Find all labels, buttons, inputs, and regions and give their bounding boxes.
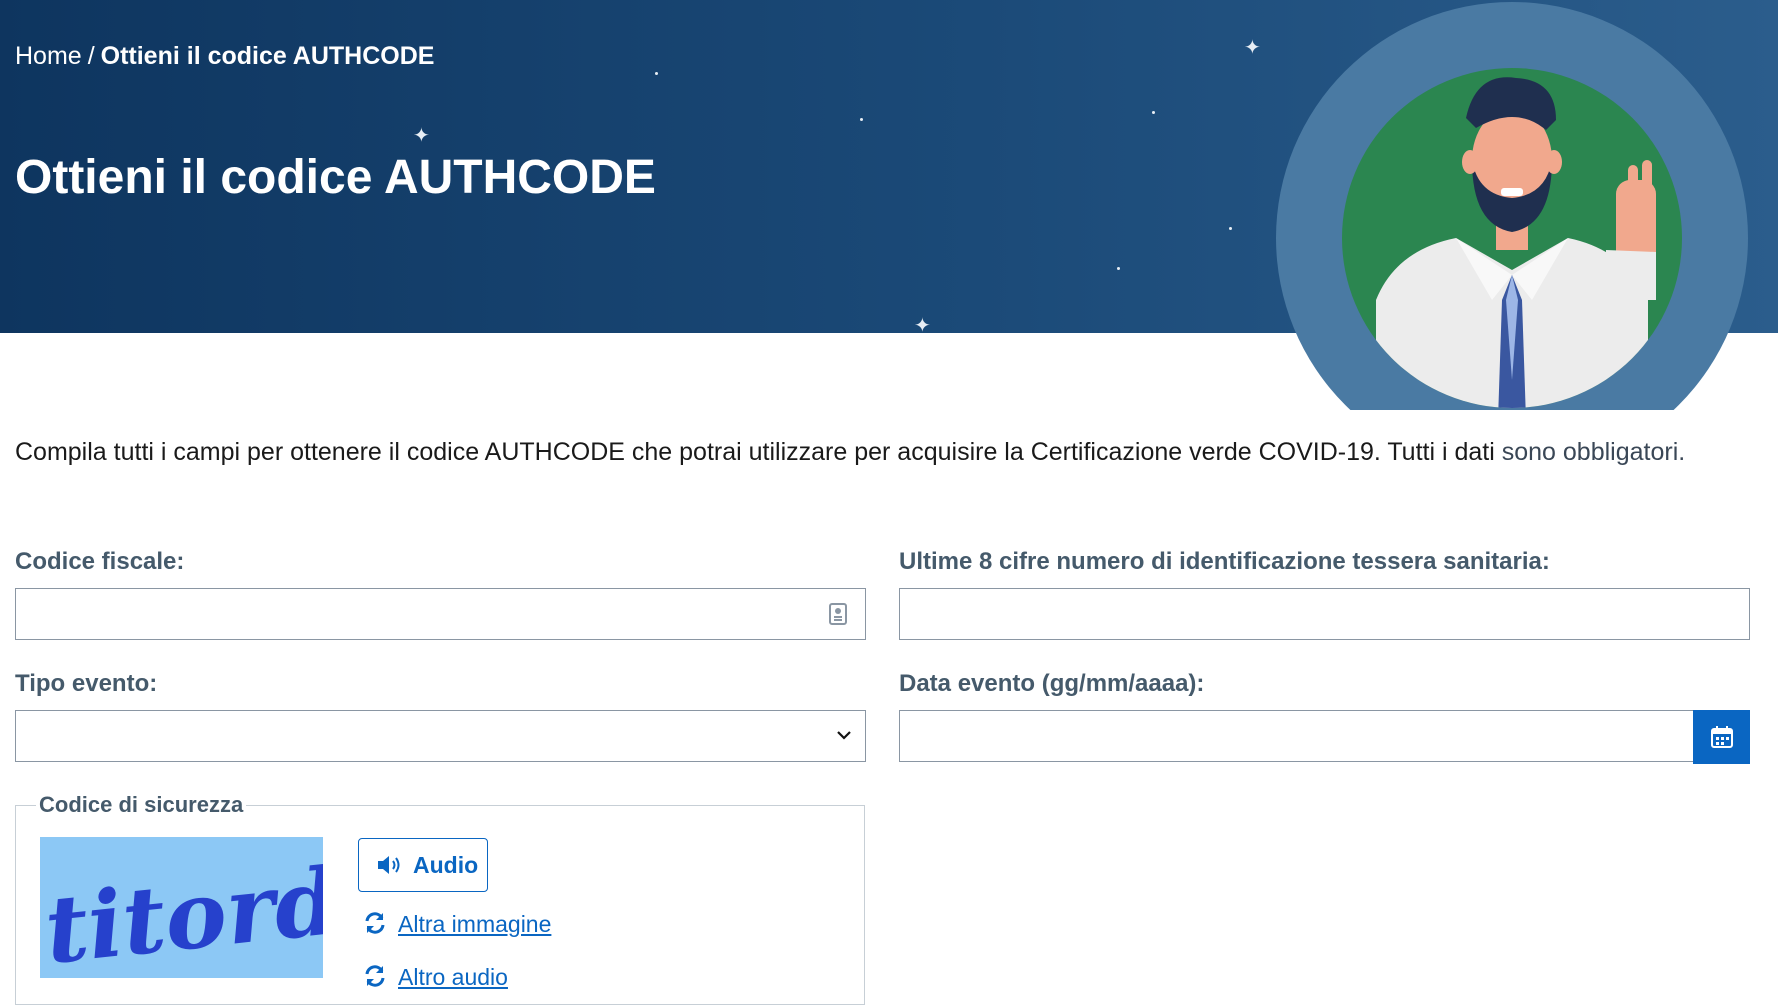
star-decoration (860, 118, 863, 121)
audio-button[interactable]: Audio (358, 838, 488, 892)
other-audio-label: Altro audio (398, 964, 508, 990)
page-title: Ottieni il codice AUTHCODE (15, 151, 656, 204)
sparkle-decoration: ✦ (1244, 37, 1261, 59)
speaker-icon (378, 856, 400, 874)
id-card-icon (829, 603, 847, 625)
breadcrumb-current: Ottieni il codice AUTHCODE (100, 42, 435, 70)
captcha-image: titordai (40, 837, 323, 978)
chevron-down-icon (837, 731, 851, 740)
calendar-button[interactable] (1693, 710, 1750, 764)
tipo-evento-label: Tipo evento: (15, 670, 158, 697)
star-decoration (1152, 111, 1155, 114)
codice-fiscale-input[interactable] (16, 589, 865, 639)
data-evento-input[interactable] (900, 711, 1749, 761)
tessera-field[interactable] (899, 588, 1750, 640)
audio-button-label: Audio (413, 852, 479, 878)
security-code-legend: Codice di sicurezza (36, 792, 247, 818)
breadcrumb: Home / Ottieni il codice AUTHCODE (15, 42, 434, 71)
avatar-illustration (1276, 0, 1748, 474)
security-code-fieldset: Codice di sicurezza titordai Audio Altra… (15, 792, 865, 1005)
breadcrumb-separator: / (87, 42, 95, 70)
tessera-input[interactable] (900, 589, 1749, 639)
refresh-icon (365, 965, 385, 987)
data-evento-field[interactable] (899, 710, 1750, 764)
tessera-label: Ultime 8 cifre numero di identificazione… (899, 548, 1550, 575)
sparkle-decoration: ✦ (914, 315, 931, 337)
intro-text: Compila tutti i campi per ottenere il co… (15, 438, 1685, 467)
breadcrumb-home-link[interactable]: Home (15, 42, 82, 70)
codice-fiscale-field[interactable] (15, 588, 866, 640)
refresh-icon (365, 912, 385, 934)
star-decoration (655, 72, 658, 75)
calendar-icon (1711, 726, 1733, 748)
sparkle-decoration: ✦ (413, 125, 430, 147)
codice-fiscale-label: Codice fiscale: (15, 548, 185, 575)
hero-banner: ✦ ✦ ✦ ✦ Home/Ottieni il codice AUTHCODE … (0, 0, 1778, 474)
intro-required-note: sono obbligatori. (1501, 438, 1686, 466)
intro-main-text: Compila tutti i campi per ottenere il co… (15, 438, 1495, 466)
other-image-label: Altra immagine (398, 911, 552, 937)
data-evento-label: Data evento (gg/mm/aaaa): (899, 670, 1205, 697)
tipo-evento-select[interactable] (15, 710, 866, 762)
star-decoration (1117, 267, 1120, 270)
star-decoration (1229, 227, 1232, 230)
